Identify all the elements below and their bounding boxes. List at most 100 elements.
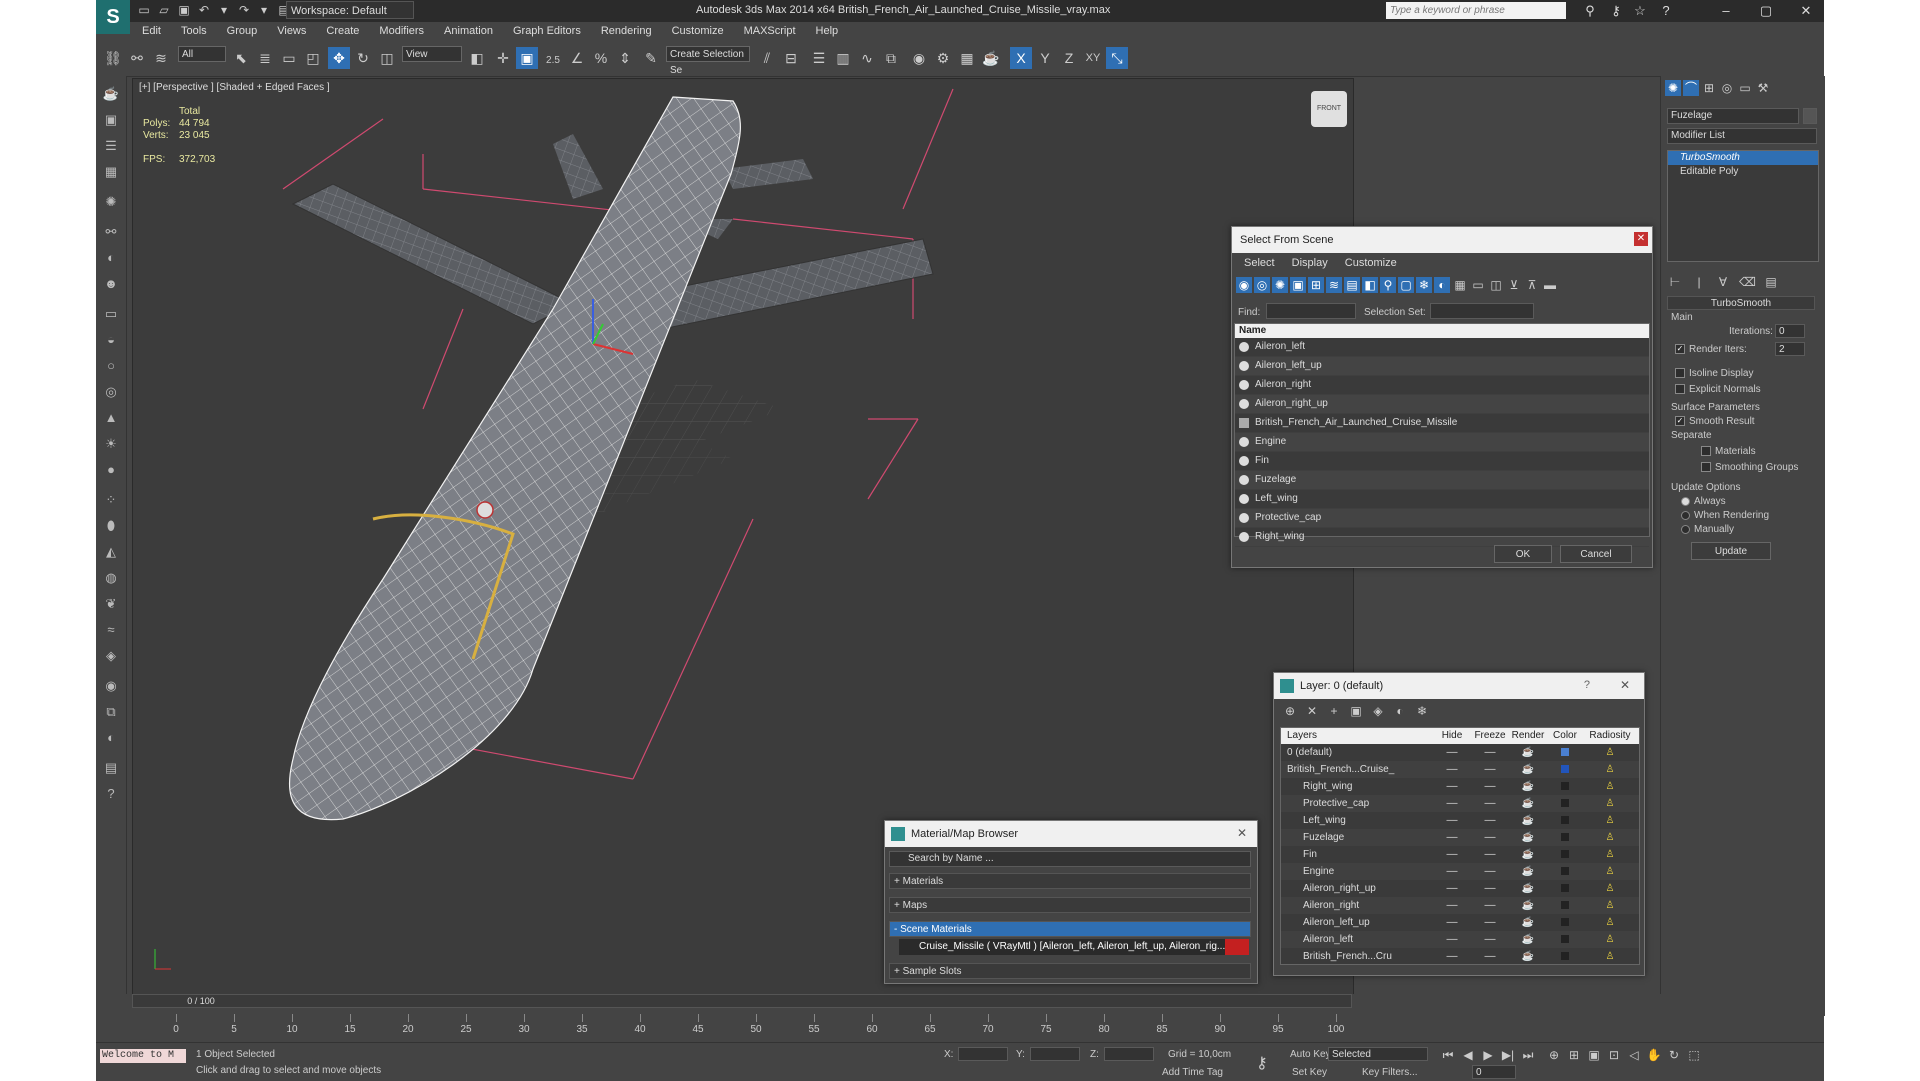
col-render[interactable]: Render bbox=[1509, 728, 1547, 744]
explicit-normals-toggle[interactable]: Explicit Normals bbox=[1675, 384, 1761, 395]
layer-row[interactable]: Protective_cap –– –– ☕ ♙ bbox=[1281, 795, 1639, 812]
render-iters-checkbox[interactable]: ✓ bbox=[1675, 344, 1685, 355]
when-rendering-radio[interactable] bbox=[1681, 510, 1690, 520]
sphere-blue-icon[interactable]: ◉ bbox=[101, 676, 121, 696]
hide-toggle[interactable]: –– bbox=[1433, 744, 1471, 761]
radiosity-lightbulb-icon[interactable]: ♙ bbox=[1583, 931, 1637, 948]
viewcube[interactable]: FRONT bbox=[1311, 91, 1347, 127]
bind-space-warp-icon[interactable]: ≋ bbox=[150, 47, 172, 69]
layer-row[interactable]: Right_wing –– –– ☕ ♙ bbox=[1281, 778, 1639, 795]
freeze-all-layers-icon[interactable]: ❄ bbox=[1414, 703, 1430, 719]
radiosity-lightbulb-icon[interactable]: ♙ bbox=[1583, 744, 1637, 761]
schematic-view-icon[interactable]: ⧉ bbox=[880, 47, 902, 69]
object-name-field[interactable]: Fuzelage bbox=[1667, 108, 1799, 124]
curve-editor-icon[interactable]: ∿ bbox=[856, 47, 878, 69]
y-coord-field[interactable] bbox=[1030, 1047, 1080, 1061]
render-toggle-icon[interactable]: ☕ bbox=[1509, 948, 1547, 965]
angle-snap-icon[interactable]: ∠ bbox=[566, 47, 588, 69]
snaps-toggle-icon[interactable]: 2.5 bbox=[542, 47, 564, 69]
menu-rendering[interactable]: Rendering bbox=[591, 22, 662, 40]
hide-toggle[interactable]: –– bbox=[1433, 931, 1471, 948]
radiosity-lightbulb-icon[interactable]: ♙ bbox=[1583, 948, 1637, 965]
update-when-rendering-option[interactable]: When Rendering bbox=[1681, 510, 1769, 521]
people-icon[interactable]: ☻ bbox=[101, 274, 121, 294]
materials-section[interactable]: + Materials bbox=[889, 873, 1251, 889]
sfs-menu-customize[interactable]: Customize bbox=[1345, 257, 1397, 269]
smooth-result-checkbox[interactable]: ✓ bbox=[1675, 416, 1685, 427]
create-tab-icon[interactable]: ✺ bbox=[1665, 80, 1681, 96]
layer-dialog-close-button[interactable]: ✕ bbox=[1620, 678, 1630, 692]
render-toggle-icon[interactable]: ☕ bbox=[1509, 795, 1547, 812]
render-toggle-icon[interactable]: ☕ bbox=[1509, 812, 1547, 829]
layer-row[interactable]: Engine –– –– ☕ ♙ bbox=[1281, 863, 1639, 880]
filter-groups-icon[interactable]: ▤ bbox=[1344, 277, 1360, 293]
turbosmooth-rollout-header[interactable]: TurboSmooth bbox=[1667, 296, 1815, 310]
make-unique-icon[interactable]: ∀ bbox=[1715, 274, 1731, 290]
create-layer-icon[interactable]: ⊕ bbox=[1282, 703, 1298, 719]
layer-color-swatch[interactable] bbox=[1547, 863, 1583, 880]
timeline-ruler[interactable]: 0 5 10 15 20 25 30 35 40 45 50 55 60 65 70 75 80 85 90 95 10… bbox=[173, 1012, 1356, 1042]
layer-row[interactable]: Fin –– –– ☕ ♙ bbox=[1281, 846, 1639, 863]
key-selection-dropdown[interactable]: Selected bbox=[1328, 1047, 1428, 1061]
z-coord-field[interactable] bbox=[1104, 1047, 1154, 1061]
filter-lights-icon[interactable]: ✺ bbox=[1272, 277, 1288, 293]
undo-icon[interactable]: ↶ bbox=[196, 2, 212, 18]
material-search-input[interactable]: Search by Name ... bbox=[889, 851, 1251, 867]
radiosity-lightbulb-icon[interactable]: ♙ bbox=[1583, 795, 1637, 812]
earth-icon[interactable]: ◐ bbox=[101, 728, 121, 748]
render-toggle-icon[interactable]: ☕ bbox=[1509, 914, 1547, 931]
display-filter-icon[interactable]: ⊻ bbox=[1506, 277, 1522, 293]
hide-toggle[interactable]: –– bbox=[1433, 829, 1471, 846]
render-toggle-icon[interactable]: ☕ bbox=[1509, 744, 1547, 761]
axis-xy-button[interactable]: XY bbox=[1082, 47, 1104, 69]
configure-sets-icon[interactable]: ▤ bbox=[1763, 274, 1779, 290]
sphere-icon[interactable]: ◒ bbox=[101, 330, 121, 350]
freeze-toggle[interactable]: –– bbox=[1471, 863, 1509, 880]
axis-y-button[interactable]: Y bbox=[1034, 47, 1056, 69]
close-window-button[interactable]: ✕ bbox=[1786, 0, 1826, 22]
filter-spacewarps-icon[interactable]: ≋ bbox=[1326, 277, 1342, 293]
align-icon[interactable]: ⊟ bbox=[780, 47, 802, 69]
layer-row[interactable]: Aileron_right –– –– ☕ ♙ bbox=[1281, 897, 1639, 914]
menu-maxscript[interactable]: MAXScript bbox=[734, 22, 806, 40]
modifier-list-dropdown[interactable]: Modifier List bbox=[1667, 128, 1817, 144]
radiosity-lightbulb-icon[interactable]: ♙ bbox=[1583, 897, 1637, 914]
selection-filter-dropdown[interactable]: All bbox=[178, 46, 226, 62]
next-frame-icon[interactable]: ▶| bbox=[1500, 1047, 1516, 1063]
field-of-view-icon[interactable]: ◁ bbox=[1626, 1047, 1642, 1063]
modifier-turbosmooth[interactable]: TurboSmooth bbox=[1668, 151, 1818, 165]
grid-icon[interactable]: ▦ bbox=[101, 162, 121, 182]
radiosity-lightbulb-icon[interactable]: ♙ bbox=[1583, 761, 1637, 778]
layer-row[interactable]: Left_wing –– –– ☕ ♙ bbox=[1281, 812, 1639, 829]
keyboard-shortcut-override-icon[interactable]: ▣ bbox=[516, 47, 538, 69]
render-toggle-icon[interactable]: ☕ bbox=[1509, 778, 1547, 795]
x-coord-field[interactable] bbox=[958, 1047, 1008, 1061]
workspace-dropdown[interactable]: Workspace: Default bbox=[286, 1, 414, 19]
light-icon[interactable]: ✺ bbox=[101, 192, 121, 212]
sfs-ok-button[interactable]: OK bbox=[1494, 545, 1552, 563]
app-logo-icon[interactable]: S bbox=[96, 0, 130, 34]
add-to-layer-icon[interactable]: + bbox=[1326, 703, 1342, 719]
edit-named-selection-icon[interactable]: ✎ bbox=[640, 47, 662, 69]
hide-all-layers-icon[interactable]: ◐ bbox=[1392, 703, 1408, 719]
reference-coordinate-dropdown[interactable]: View bbox=[402, 46, 462, 62]
render-toggle-icon[interactable]: ☕ bbox=[1509, 846, 1547, 863]
freeze-toggle[interactable]: –– bbox=[1471, 846, 1509, 863]
isoline-display-toggle[interactable]: Isoline Display bbox=[1675, 368, 1753, 379]
help-circle-icon[interactable]: ? bbox=[101, 784, 121, 804]
sfs-item-left-wing[interactable]: Left_wing bbox=[1235, 490, 1649, 509]
delete-layer-icon[interactable]: ✕ bbox=[1304, 703, 1320, 719]
motion-tab-icon[interactable]: ◎ bbox=[1719, 80, 1735, 96]
smoothing-groups-checkbox[interactable] bbox=[1701, 462, 1711, 473]
select-and-move-icon[interactable]: ✥ bbox=[328, 47, 350, 69]
select-by-name-icon[interactable]: ≣ bbox=[254, 47, 276, 69]
menu-help[interactable]: Help bbox=[806, 22, 849, 40]
sfs-item-protective-cap[interactable]: Protective_cap bbox=[1235, 509, 1649, 528]
modifier-editable-poly[interactable]: Editable Poly bbox=[1668, 165, 1818, 179]
key-filters-button[interactable]: Key Filters... bbox=[1362, 1067, 1418, 1078]
render-iters-spinner[interactable]: 2 bbox=[1775, 342, 1805, 356]
materials-checkbox[interactable] bbox=[1701, 446, 1711, 457]
freeze-toggle[interactable]: –– bbox=[1471, 880, 1509, 897]
layer-color-swatch[interactable] bbox=[1547, 778, 1583, 795]
help-icon[interactable]: ? bbox=[1646, 0, 1686, 22]
